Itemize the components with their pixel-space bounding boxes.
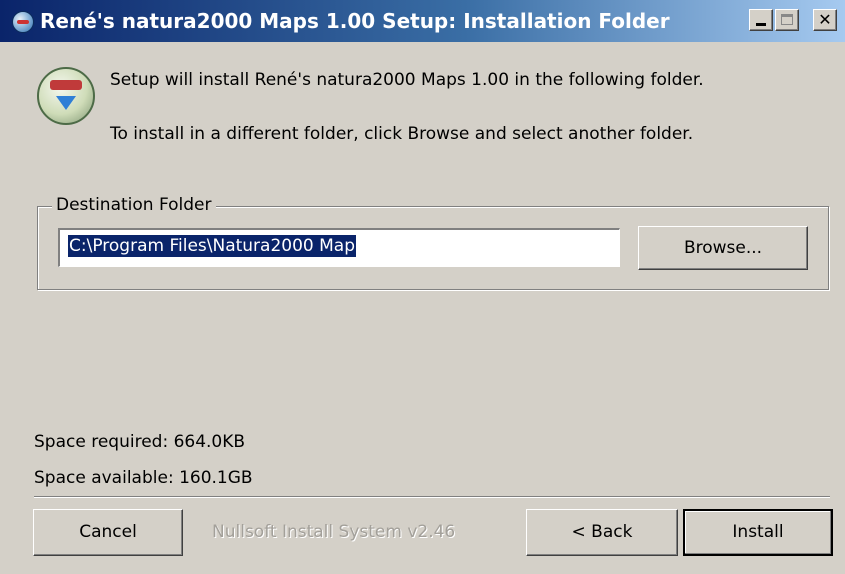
nsis-branding: Nullsoft Install System v2.46 (212, 522, 456, 542)
minimize-button[interactable] (749, 9, 773, 31)
download-arrow-icon (56, 96, 76, 110)
title-bar[interactable]: René's natura2000 Maps 1.00 Setup: Insta… (0, 0, 845, 42)
badge-mark (50, 80, 82, 90)
installer-globe-icon (12, 11, 34, 33)
cancel-button[interactable]: Cancel (33, 509, 183, 556)
setup-disc-icon (37, 67, 95, 125)
footer-divider (34, 496, 830, 498)
close-button[interactable]: ✕ (813, 9, 837, 31)
browse-button[interactable]: Browse... (638, 226, 808, 270)
destination-path-value: C:\Program Files\Natura2000 Map (68, 235, 357, 257)
space-available: Space available: 160.1GB (34, 468, 253, 488)
destination-path-input[interactable]: C:\Program Files\Natura2000 Map (58, 228, 620, 267)
intro-text-line2: To install in a different folder, click … (110, 124, 694, 144)
window-title: René's natura2000 Maps 1.00 Setup: Insta… (40, 9, 670, 33)
intro-text-line1: Setup will install René's natura2000 Map… (110, 70, 704, 90)
minimize-icon (756, 23, 766, 26)
maximize-button (775, 9, 799, 31)
destination-folder-legend: Destination Folder (52, 195, 216, 215)
maximize-icon (781, 14, 793, 25)
close-icon: ✕ (818, 10, 832, 29)
install-button[interactable]: Install (683, 509, 833, 556)
back-button[interactable]: < Back (526, 509, 678, 556)
space-required: Space required: 664.0KB (34, 432, 246, 452)
